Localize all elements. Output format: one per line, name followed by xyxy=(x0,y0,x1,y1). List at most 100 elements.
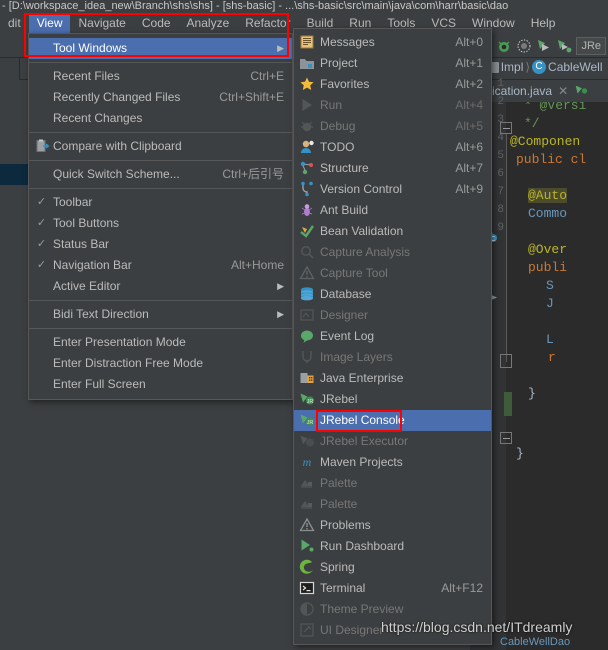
jrebel-gray-icon xyxy=(299,433,315,449)
menu-edit[interactable]: dit xyxy=(0,13,29,33)
view-menu-item-tool-buttons[interactable]: ✓ Tool Buttons xyxy=(29,213,292,234)
view-menu-item-toolbar[interactable]: ✓ Toolbar xyxy=(29,192,292,213)
view-menu-item-enter-full-screen[interactable]: Enter Full Screen xyxy=(29,374,292,395)
jrebel-status-badge[interactable]: JRe xyxy=(576,37,606,55)
tool-window-item-event-log[interactable]: Event Log xyxy=(294,326,491,347)
fold-end-icon[interactable] xyxy=(500,432,512,444)
tool-window-label: Ant Build xyxy=(320,203,369,217)
line-number: 6 xyxy=(497,168,504,180)
java-enterprise-icon xyxy=(299,370,315,386)
menu-analyze[interactable]: Analyze xyxy=(179,13,238,33)
tool-window-item-problems[interactable]: Problems xyxy=(294,515,491,536)
tool-window-item-jrebel-console[interactable]: JR JRebel Console xyxy=(294,410,491,431)
tool-window-item-todo[interactable]: TODO Alt+6 xyxy=(294,137,491,158)
editor-status-text: CableWellDao xyxy=(500,636,571,648)
tool-window-item-favorites[interactable]: Favorites Alt+2 xyxy=(294,74,491,95)
menu-refactor[interactable]: Refactor xyxy=(237,13,298,33)
menu-item-shortcut: Alt+Home xyxy=(230,258,284,272)
tool-window-item-designer[interactable]: Designer xyxy=(294,305,491,326)
menu-item-shortcut: Ctrl+后引号 xyxy=(222,167,284,181)
tool-window-item-spring[interactable]: Spring xyxy=(294,557,491,578)
tool-window-item-theme-preview[interactable]: Theme Preview xyxy=(294,599,491,620)
tool-window-label: Messages xyxy=(320,35,375,49)
tool-window-item-ant-build[interactable]: Ant Build xyxy=(294,200,491,221)
tool-window-item-structure[interactable]: Structure Alt+7 xyxy=(294,158,491,179)
class-icon: C xyxy=(532,60,547,74)
view-dropdown-menu[interactable]: Tool Windows ▶ Recent Files Ctrl+E Recently … xyxy=(28,33,293,400)
menu-item-shortcut: Ctrl+Shift+E xyxy=(219,90,284,104)
tool-window-label: Problems xyxy=(320,518,371,532)
line-number: 5 xyxy=(497,150,504,162)
code-line: public cl xyxy=(516,152,587,167)
tool-window-item-capture-tool[interactable]: Capture Tool xyxy=(294,263,491,284)
menu-view[interactable]: View xyxy=(28,13,71,33)
view-menu-item-status-bar[interactable]: ✓ Status Bar xyxy=(29,234,292,255)
fold-minus-icon[interactable] xyxy=(500,122,512,134)
breadcrumb-item-impl[interactable]: Impl xyxy=(501,60,524,74)
view-menu-item-enter-distraction-free-mode[interactable]: Enter Distraction Free Mode xyxy=(29,353,292,374)
tool-window-item-messages[interactable]: Messages Alt+0 xyxy=(294,32,491,53)
breadcrumb-item-class[interactable]: CableWell xyxy=(548,60,602,74)
tool-window-item-jrebel-executor[interactable]: JRebel Executor xyxy=(294,431,491,452)
tool-window-shortcut: Alt+1 xyxy=(455,56,483,70)
view-menu-item-quick-switch-scheme[interactable]: Quick Switch Scheme... Ctrl+后引号 xyxy=(29,164,292,185)
tool-window-item-bean-validation[interactable]: Bean Validation xyxy=(294,221,491,242)
jrebel-coverage-icon[interactable] xyxy=(516,38,532,54)
view-menu-item-recently-changed-files[interactable]: Recently Changed Files Ctrl+Shift+E xyxy=(29,87,292,108)
view-menu-item-enter-presentation-mode[interactable]: Enter Presentation Mode xyxy=(29,332,292,353)
warning-triangle-icon xyxy=(299,517,315,533)
submenu-arrow-icon: ▶ xyxy=(277,43,284,53)
submenu-arrow-icon: ▶ xyxy=(277,309,284,319)
menu-item-label: Quick Switch Scheme... xyxy=(53,167,180,181)
view-menu-item-recent-changes[interactable]: Recent Changes xyxy=(29,108,292,129)
tool-window-item-debug[interactable]: Debug Alt+5 xyxy=(294,116,491,137)
code-line: r xyxy=(548,350,556,365)
jrebel-debug-run-icon[interactable] xyxy=(556,38,572,54)
menu-item-label: Enter Presentation Mode xyxy=(53,335,186,349)
tool-windows-submenu[interactable]: Messages Alt+0 Project Alt+1 Favorites Alt+2 R… xyxy=(293,28,492,645)
view-menu-item-active-editor[interactable]: Active Editor ▶ xyxy=(29,276,292,297)
view-menu-item-bidi-text-direction[interactable]: Bidi Text Direction ▶ xyxy=(29,304,292,325)
code-folding-column[interactable] xyxy=(500,102,518,650)
tool-window-label: Structure xyxy=(320,161,369,175)
tool-window-item-maven-projects[interactable]: m Maven Projects xyxy=(294,452,491,473)
jrebel-icon[interactable] xyxy=(574,83,588,100)
code-content[interactable]: * @Date* @Versi*/@Componenpublic cl@Auto… xyxy=(506,102,608,650)
code-line: Commo xyxy=(528,206,568,221)
menu-item-shortcut: Ctrl+E xyxy=(250,69,284,83)
view-menu-item-compare-with-clipboard[interactable]: Compare with Clipboard xyxy=(29,136,292,157)
view-menu-item-tool-windows[interactable]: Tool Windows ▶ xyxy=(29,38,292,59)
menu-navigate[interactable]: Navigate xyxy=(70,13,133,33)
ant-icon xyxy=(299,202,315,218)
tool-window-label: Capture Analysis xyxy=(320,245,411,259)
jrebel-debug-icon[interactable] xyxy=(496,38,512,54)
tool-window-item-image-layers[interactable]: Image Layers xyxy=(294,347,491,368)
tool-window-item-terminal[interactable]: Terminal Alt+F12 xyxy=(294,578,491,599)
tool-window-label: Bean Validation xyxy=(320,224,404,238)
tool-window-item-capture-analysis[interactable]: Capture Analysis xyxy=(294,242,491,263)
tool-window-item-database[interactable]: Database xyxy=(294,284,491,305)
menu-item-label: Compare with Clipboard xyxy=(53,139,182,153)
view-menu-item-recent-files[interactable]: Recent Files Ctrl+E xyxy=(29,66,292,87)
close-icon[interactable]: ✕ xyxy=(558,84,568,98)
tool-window-item-palette[interactable]: Palette xyxy=(294,473,491,494)
tool-window-label: JRebel Console xyxy=(320,413,405,427)
tool-window-shortcut: Alt+2 xyxy=(455,77,483,91)
jrebel-run-icon[interactable] xyxy=(536,38,552,54)
tool-window-label: Palette xyxy=(320,476,358,490)
tool-window-item-java-enterprise[interactable]: Java Enterprise xyxy=(294,368,491,389)
run-dashboard-icon xyxy=(299,538,315,554)
fold-marker-icon[interactable] xyxy=(500,354,512,368)
tool-window-item-run[interactable]: Run Alt+4 xyxy=(294,95,491,116)
tool-window-item-project[interactable]: Project Alt+1 xyxy=(294,53,491,74)
checkmark-icon: ✓ xyxy=(36,238,47,250)
menu-code[interactable]: Code xyxy=(134,13,179,33)
tool-window-shortcut: Alt+0 xyxy=(455,35,483,49)
menu-help[interactable]: Help xyxy=(523,13,564,33)
star-icon xyxy=(299,76,315,92)
tool-window-item-run-dashboard[interactable]: Run Dashboard xyxy=(294,536,491,557)
tool-window-item-version-control[interactable]: Version Control Alt+9 xyxy=(294,179,491,200)
view-menu-item-navigation-bar[interactable]: ✓ Navigation Bar Alt+Home xyxy=(29,255,292,276)
tool-window-item-jrebel[interactable]: JR JRebel xyxy=(294,389,491,410)
tool-window-item-palette[interactable]: Palette xyxy=(294,494,491,515)
